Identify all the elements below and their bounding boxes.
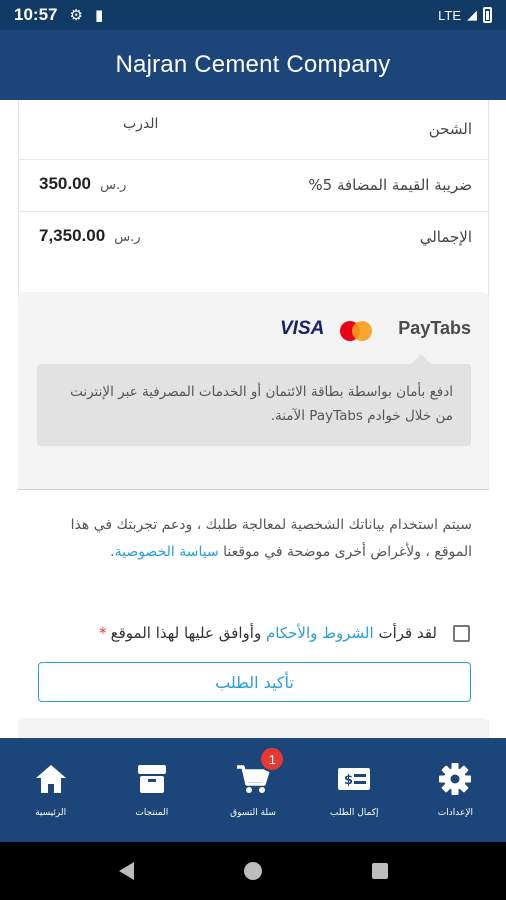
nav-home-label: الرئيسية: [35, 808, 67, 818]
home-icon: [35, 765, 66, 793]
nav-settings-label: الإعدادات: [437, 808, 474, 818]
app-title: Najran Cement Company: [115, 51, 391, 78]
nav-cart-label: سلة التسوق: [230, 808, 276, 818]
privacy-notice: سيتم استخدام بياناتك الشخصية لمعالجة طلب…: [40, 512, 472, 566]
paytabs-label: PayTabs: [398, 318, 471, 338]
vat-amount: 350.00: [39, 174, 91, 193]
confirm-order-button[interactable]: تأكيد الطلب: [38, 662, 471, 702]
nav-checkout-label: إكمال الطلب: [329, 808, 379, 818]
status-right: LTE ◢: [438, 7, 492, 23]
terms-agreement: لقد قرأت الشروط والأحكام وأوافق عليها له…: [40, 618, 470, 648]
vat-label: ضريبة القيمة المضافة 5%: [308, 176, 472, 194]
vat-currency: ر.س: [100, 178, 127, 193]
nav-products-label: المنتجات: [135, 808, 169, 818]
shipping-value: الدرب: [123, 116, 159, 132]
back-icon[interactable]: [118, 862, 134, 880]
status-time: 10:57: [14, 5, 58, 24]
network-type: LTE: [438, 7, 461, 23]
total-row: الإجمالي ر.س 7,350.00: [19, 212, 488, 264]
signal-icon: ◢: [467, 7, 477, 22]
home-circle-icon[interactable]: [243, 862, 262, 880]
terms-checkbox[interactable]: [453, 624, 470, 642]
privacy-policy-link[interactable]: سياسة الخصوصية: [115, 544, 219, 560]
total-amount: 7,350.00: [39, 226, 106, 245]
terms-link[interactable]: الشروط والأحكام: [266, 624, 374, 642]
svg-text:$: $: [344, 773, 353, 788]
mastercard-logo: [340, 321, 372, 341]
payment-method-box[interactable]: VISA PayTabs ادفع بأمان بواسطة بطاقة الا…: [18, 292, 489, 490]
terms-suffix: وأوافق عليها لهذا الموقع: [110, 624, 262, 642]
nav-products[interactable]: المنتجات: [101, 738, 202, 842]
total-currency: ر.س: [114, 230, 141, 245]
total-label: الإجمالي: [419, 228, 472, 246]
checkout-content[interactable]: الشحن الدرب ضريبة القيمة المضافة 5% ر.س …: [0, 100, 506, 738]
sd-card-icon: ▮: [94, 6, 104, 24]
total-value: ر.س 7,350.00: [39, 226, 141, 246]
box-icon: [137, 765, 166, 793]
settings-notification-icon: ⚙: [69, 6, 83, 24]
bottom-nav: الرئيسية المنتجات سلة التسوق 1 $ إكمال ا…: [0, 738, 506, 842]
battery-icon: [483, 7, 492, 23]
cart-count-badge: 1: [259, 746, 286, 772]
visa-logo: VISA: [280, 318, 325, 339]
required-mark: *: [99, 624, 107, 642]
app-bar: Najran Cement Company: [0, 30, 506, 100]
nav-checkout[interactable]: $ إكمال الطلب: [304, 738, 405, 842]
vat-row: ضريبة القيمة المضافة 5% ر.س 350.00: [19, 160, 488, 212]
payment-icon: $: [338, 768, 371, 790]
payment-description: ادفع بأمان بواسطة بطاقة الائتمان أو الخد…: [37, 364, 471, 446]
nav-cart[interactable]: سلة التسوق 1: [202, 738, 303, 842]
shipping-row: الشحن الدرب: [19, 100, 488, 160]
next-section-card: [18, 718, 489, 738]
recent-apps-icon[interactable]: [371, 863, 388, 879]
nav-settings[interactable]: الإعدادات: [405, 738, 506, 842]
nav-home[interactable]: الرئيسية: [0, 738, 101, 842]
shipping-label: الشحن: [428, 120, 472, 138]
system-nav-bar: [0, 842, 506, 900]
terms-prefix: لقد قرأت: [378, 624, 437, 642]
status-bar: 10:57 ⚙ ▮ LTE ◢: [0, 0, 506, 30]
vat-value: ر.س 350.00: [39, 174, 126, 194]
gear-icon: [439, 763, 472, 795]
bubble-pointer: [411, 354, 431, 364]
